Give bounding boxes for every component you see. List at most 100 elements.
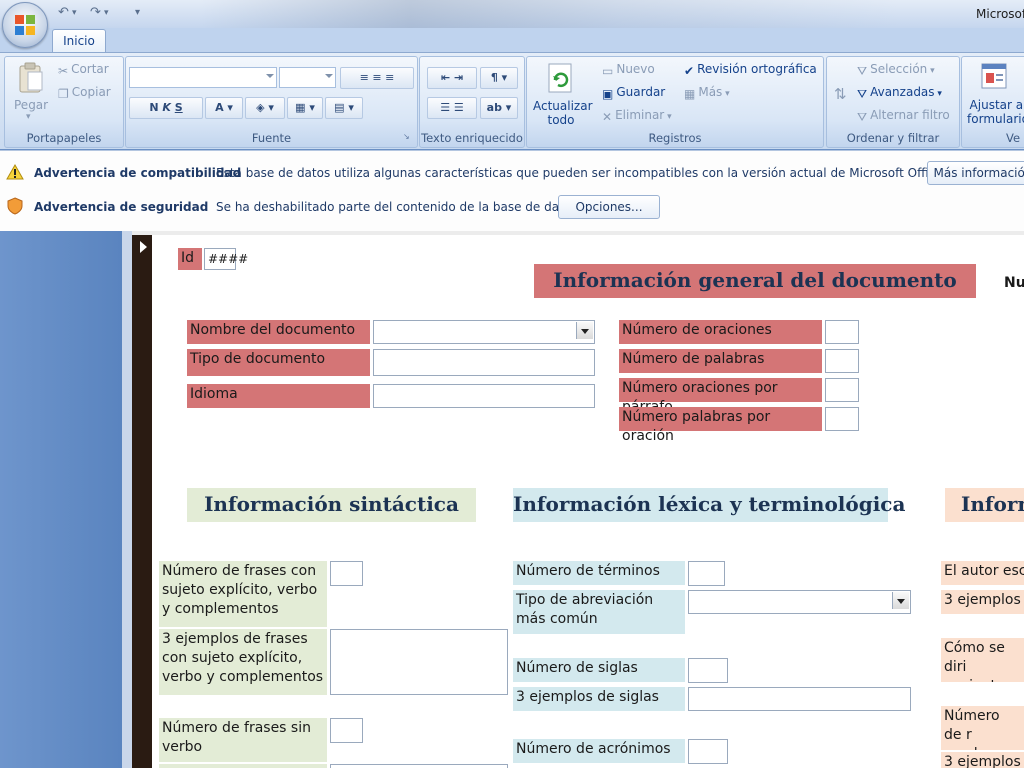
redo-dropdown-icon[interactable]: ▾ bbox=[104, 8, 109, 24]
fit-to-form-icon[interactable] bbox=[980, 62, 1010, 92]
group-label: Texto enriquecido bbox=[421, 131, 523, 145]
scissors-icon: ✂ bbox=[58, 63, 69, 78]
cut-button[interactable]: ✂ Cortar bbox=[58, 62, 109, 78]
language-field[interactable] bbox=[373, 384, 595, 408]
words-per-sentence-label: Número palabras por oración bbox=[619, 407, 822, 444]
examples-label: 3 ejemplos bbox=[941, 590, 1024, 614]
record-selector[interactable] bbox=[132, 235, 152, 768]
copy-button[interactable]: ❐ Copiar bbox=[58, 85, 111, 101]
chevron-down-icon[interactable] bbox=[892, 592, 909, 609]
syntactic-info-header: Información sintáctica bbox=[187, 488, 476, 522]
numbered-list-icon[interactable]: ☰ bbox=[440, 101, 450, 114]
toggle-filter-icon: ⛛ bbox=[857, 109, 868, 124]
increase-indent-icon[interactable]: ⇥ bbox=[454, 71, 463, 84]
term-count-field[interactable] bbox=[688, 561, 725, 586]
advanced-button[interactable]: ⛛ Avanzadas ▾ bbox=[857, 85, 942, 101]
underline-icon[interactable]: S bbox=[175, 101, 183, 114]
font-name-combo[interactable] bbox=[129, 67, 277, 88]
align-right-icon[interactable]: ≡ bbox=[385, 71, 394, 84]
group-label: Ordenar y filtrar bbox=[846, 131, 940, 145]
bold-icon[interactable]: N bbox=[149, 101, 158, 114]
more-button[interactable]: ▦ Más ▾ bbox=[684, 85, 730, 101]
more-label: Más bbox=[698, 85, 723, 99]
paste-button[interactable]: Pegar bbox=[14, 98, 48, 112]
align-left-icon[interactable]: ≡ bbox=[360, 71, 369, 84]
third-info-header: Inform bbox=[945, 488, 1024, 522]
new-record-button[interactable]: ▭ Nuevo bbox=[602, 62, 655, 78]
save-label: Guardar bbox=[616, 85, 666, 99]
toggle-filter-button[interactable]: ⛛ Alternar filtro bbox=[857, 108, 950, 124]
indent-buttons[interactable]: ⇤ ⇥ bbox=[427, 67, 477, 89]
decrease-indent-icon[interactable]: ⇤ bbox=[441, 71, 450, 84]
current-record-icon bbox=[140, 241, 147, 253]
align-center-icon[interactable]: ≡ bbox=[372, 71, 381, 84]
paste-icon[interactable] bbox=[17, 62, 45, 94]
align-buttons[interactable]: ≡ ≡ ≡ bbox=[340, 67, 414, 89]
italic-icon[interactable]: K bbox=[162, 101, 171, 114]
save-button[interactable]: ▣ Guardar bbox=[602, 85, 666, 101]
spelling-button[interactable]: ✔ Revisión ortográfica bbox=[684, 62, 817, 78]
delete-label: Eliminar bbox=[615, 108, 665, 122]
app-title: Microsoft bbox=[976, 7, 1024, 21]
navigation-pane[interactable] bbox=[0, 231, 122, 768]
title-bar bbox=[0, 0, 1024, 28]
chevron-down-icon: ▾ bbox=[927, 66, 935, 76]
paste-dropdown-icon[interactable]: ▾ bbox=[26, 112, 31, 122]
document-name-dropdown[interactable] bbox=[373, 320, 595, 344]
refresh-all-icon[interactable] bbox=[546, 62, 576, 96]
office-button[interactable] bbox=[2, 2, 48, 48]
id-field[interactable]: #### bbox=[204, 248, 248, 270]
options-button[interactable]: Opciones... bbox=[558, 195, 660, 219]
document-type-field[interactable] bbox=[373, 349, 595, 376]
id-label: Id bbox=[178, 248, 202, 270]
delete-button[interactable]: ✕ Eliminar ▾ bbox=[602, 108, 672, 124]
highlight-button[interactable]: ab ▾ bbox=[480, 97, 518, 119]
alternate-fill-button[interactable]: ▤ ▾ bbox=[325, 97, 363, 119]
sentence-count-field[interactable] bbox=[825, 320, 859, 344]
format-buttons[interactable]: N K S bbox=[129, 97, 203, 119]
fit-to-form-button[interactable]: Ajustar al formulario bbox=[967, 98, 1024, 126]
selection-label: Selección bbox=[870, 62, 928, 76]
sort-icon[interactable]: ⇅ bbox=[834, 85, 847, 103]
word-count-field[interactable] bbox=[825, 349, 859, 373]
chevron-down-icon: ▾ bbox=[664, 112, 672, 122]
selection-button[interactable]: ⛛ Selección ▾ bbox=[857, 62, 935, 78]
words-per-sentence-field[interactable] bbox=[825, 407, 859, 431]
paragraph-direction-button[interactable]: ¶ ▾ bbox=[480, 67, 518, 89]
chevron-down-icon[interactable] bbox=[576, 322, 593, 339]
delete-icon: ✕ bbox=[602, 109, 613, 124]
alternate-fill-icon: ▤ ▾ bbox=[334, 101, 354, 114]
complete-sentences-field[interactable] bbox=[330, 561, 363, 586]
bullet-list-icon[interactable]: ☰ bbox=[454, 101, 464, 114]
lexical-info-header: Información léxica y terminológica bbox=[513, 488, 905, 522]
examples-c-label: 3 ejemplos c bbox=[941, 752, 1024, 768]
term-count-label: Número de términos bbox=[513, 561, 685, 585]
refresh-all-button[interactable]: Actualizar todo bbox=[533, 99, 593, 127]
font-color-icon: A ▾ bbox=[215, 101, 233, 114]
acronym-count-field[interactable] bbox=[688, 739, 728, 764]
initials-examples-field[interactable] bbox=[688, 687, 911, 711]
undo-dropdown-icon[interactable]: ▾ bbox=[72, 8, 77, 24]
font-color-button[interactable]: A ▾ bbox=[205, 97, 243, 119]
fill-color-button[interactable]: ◈ ▾ bbox=[245, 97, 285, 119]
abbreviation-type-dropdown[interactable] bbox=[688, 590, 911, 614]
document-type-label: Tipo de documento bbox=[187, 349, 370, 376]
dialog-launcher-icon[interactable]: ↘ bbox=[403, 132, 410, 141]
redo-icon[interactable]: ↷ bbox=[90, 5, 101, 21]
more-icon: ▦ bbox=[684, 86, 696, 101]
list-buttons[interactable]: ☰ ☰ bbox=[427, 97, 477, 119]
font-size-combo[interactable] bbox=[279, 67, 336, 88]
undo-icon[interactable]: ↶ bbox=[58, 5, 69, 21]
customize-qat-icon[interactable]: ▾ bbox=[135, 7, 140, 23]
acronym-count-label: Número de acrónimos bbox=[513, 739, 685, 763]
chevron-down-icon: ▾ bbox=[934, 89, 942, 99]
verbless-sentences-field[interactable] bbox=[330, 718, 363, 743]
tab-inicio[interactable]: Inicio bbox=[52, 29, 106, 53]
next-row-field[interactable] bbox=[330, 764, 508, 768]
complete-sentences-examples-field[interactable] bbox=[330, 629, 508, 695]
sentences-per-paragraph-field[interactable] bbox=[825, 378, 859, 402]
gridlines-button[interactable]: ▦ ▾ bbox=[287, 97, 323, 119]
more-info-button[interactable]: Más información bbox=[927, 161, 1024, 185]
spelling-icon: ✔ bbox=[684, 63, 695, 78]
acronym-initials-count-field[interactable] bbox=[688, 658, 728, 683]
